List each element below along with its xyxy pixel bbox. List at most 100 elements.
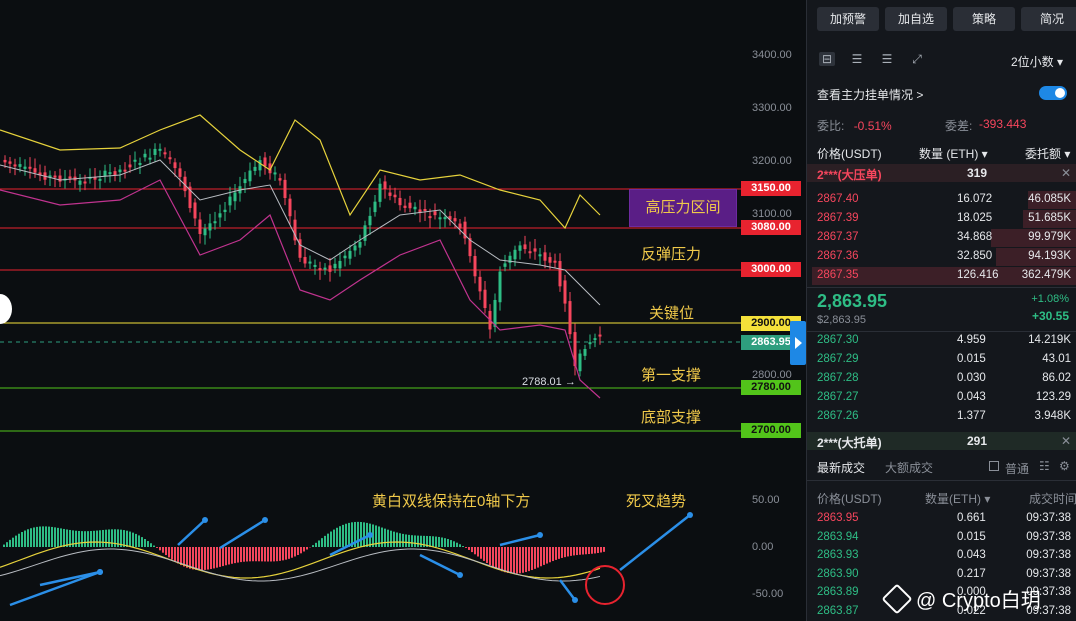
- main-orders-row[interactable]: 查看主力挂单情况 >: [817, 86, 1071, 103]
- macd-bar: [321, 538, 323, 547]
- both-sides-icon[interactable]: ⊟: [819, 52, 835, 66]
- normal-checkbox[interactable]: [989, 461, 999, 471]
- bid-price: 2867.28: [817, 372, 859, 384]
- axis-label: 3100.00: [752, 208, 792, 220]
- trend-arrow: [559, 579, 576, 601]
- arrow-head: [97, 569, 103, 575]
- trend-arrow: [9, 570, 101, 607]
- candle-body: [538, 254, 542, 257]
- macd-bar: [186, 547, 188, 568]
- candle-body: [173, 162, 177, 169]
- macd-bar: [60, 528, 62, 547]
- candle-body: [18, 164, 22, 167]
- bids-only-icon[interactable]: ☰: [849, 52, 865, 66]
- bid-total: 43.01: [1042, 353, 1071, 365]
- tab-large-trades[interactable]: 大额成交: [885, 459, 933, 476]
- macd-bar: [591, 547, 593, 554]
- macd-bar: [3, 544, 5, 547]
- candle-body: [408, 202, 412, 209]
- bid-row[interactable]: 2867.28 0.030 86.02: [807, 370, 1076, 388]
- diff-value: -393.443: [979, 117, 1027, 131]
- ask-row[interactable]: 2867.35 126.416 362.479K: [807, 267, 1076, 285]
- chart-area[interactable]: 3400.00 3300.00 3200.00 3100.00 2800.00 …: [0, 0, 806, 621]
- candle-body: [588, 342, 592, 345]
- ask-row[interactable]: 2867.36 32.850 94.193K: [807, 248, 1076, 266]
- macd-bar: [462, 546, 464, 547]
- candle-body: [33, 168, 37, 173]
- macd-bar: [594, 547, 596, 554]
- settings-icon[interactable]: ⚙: [1059, 459, 1070, 473]
- overview-button[interactable]: 简况: [1021, 7, 1076, 31]
- bid-price: 2867.29: [817, 353, 859, 365]
- candle-body: [133, 159, 137, 162]
- bid-total: 3.948K: [1034, 410, 1071, 422]
- candle-body: [288, 198, 292, 217]
- arrow-head: [537, 532, 543, 538]
- candle-body: [128, 164, 132, 168]
- macd-bar: [549, 547, 551, 563]
- strategy-button[interactable]: 策略: [953, 7, 1015, 31]
- ask-row[interactable]: 2867.39 18.025 51.685K: [807, 210, 1076, 228]
- macd-bar: [303, 547, 305, 552]
- bid-big-order[interactable]: 2***(大托单) 291 ✕: [807, 432, 1076, 450]
- main-orders-link[interactable]: 查看主力挂单情况 >: [817, 88, 923, 102]
- bid-row[interactable]: 2867.30 4.959 14.219K: [807, 332, 1076, 350]
- ask-total: 99.979K: [1028, 231, 1071, 243]
- header-qty[interactable]: 数量 (ETH) ▾: [919, 145, 988, 162]
- bid-row[interactable]: 2867.29 0.015 43.01: [807, 351, 1076, 369]
- death-cross-circle: [585, 565, 625, 605]
- candle-body: [58, 175, 62, 182]
- trade-qty: 0.661: [957, 512, 986, 524]
- macd-bar: [597, 547, 599, 554]
- filter-icon[interactable]: ☷: [1039, 459, 1050, 473]
- macd-bar: [264, 547, 266, 562]
- decimal-select[interactable]: 2位小数 ▾: [1011, 53, 1063, 70]
- candle-body: [548, 257, 552, 263]
- candle-body: [533, 248, 537, 252]
- bid-row[interactable]: 2867.27 0.043 123.29: [807, 389, 1076, 407]
- expand-handle[interactable]: [790, 321, 806, 365]
- diff-label: 委差:: [945, 119, 973, 133]
- ratio-label: 委比:: [817, 119, 845, 133]
- close-icon[interactable]: ✕: [1061, 434, 1071, 448]
- candle-body: [363, 225, 367, 241]
- macd-bar: [156, 547, 158, 548]
- trade-row: 2863.94 0.015 09:37:38: [807, 529, 1076, 547]
- ask-row[interactable]: 2867.37 34.868 99.979K: [807, 229, 1076, 247]
- trade-price: 2863.87: [817, 604, 859, 617]
- macd-bar: [108, 529, 110, 547]
- macd-bar: [201, 547, 203, 571]
- bid-qty: 0.043: [957, 391, 986, 403]
- candle-body: [333, 263, 337, 269]
- candle-body: [13, 164, 17, 167]
- macd-bar: [96, 530, 98, 547]
- macd-bar: [399, 533, 401, 547]
- ask-big-order[interactable]: 2***(大压单) 319 ✕: [807, 164, 1076, 182]
- macd-bar: [540, 547, 542, 567]
- macd-bar: [81, 531, 83, 547]
- macd-bar: [543, 547, 545, 565]
- bid-row[interactable]: 2867.26 1.377 3.948K: [807, 408, 1076, 426]
- macd-bar: [396, 532, 398, 547]
- price-tag-2780: 2780.00: [741, 380, 801, 395]
- axis-label: 3300.00: [752, 102, 792, 114]
- macd-bar: [294, 547, 296, 557]
- header-total[interactable]: 委托额 ▾: [1025, 145, 1070, 162]
- close-icon[interactable]: ✕: [1061, 166, 1071, 180]
- macd-bar: [384, 528, 386, 547]
- macd-bar: [507, 547, 509, 573]
- macd-bar: [219, 547, 221, 567]
- zone-high-resistance: 高压力区间: [629, 189, 737, 227]
- macd-bar: [468, 547, 470, 550]
- expand-icon[interactable]: ⤢: [909, 52, 925, 66]
- asks-only-icon[interactable]: ☰: [879, 52, 895, 66]
- candle-body: [498, 271, 502, 303]
- ask-row[interactable]: 2867.40 16.072 46.085K: [807, 191, 1076, 209]
- main-orders-toggle[interactable]: [1039, 86, 1067, 100]
- macd-bar: [486, 547, 488, 564]
- add-alert-button[interactable]: 加预警: [817, 7, 879, 31]
- add-watchlist-button[interactable]: 加自选: [885, 7, 947, 31]
- tab-latest-trades[interactable]: 最新成交: [817, 459, 865, 476]
- macd-bar: [360, 521, 362, 547]
- candle-body: [208, 223, 212, 231]
